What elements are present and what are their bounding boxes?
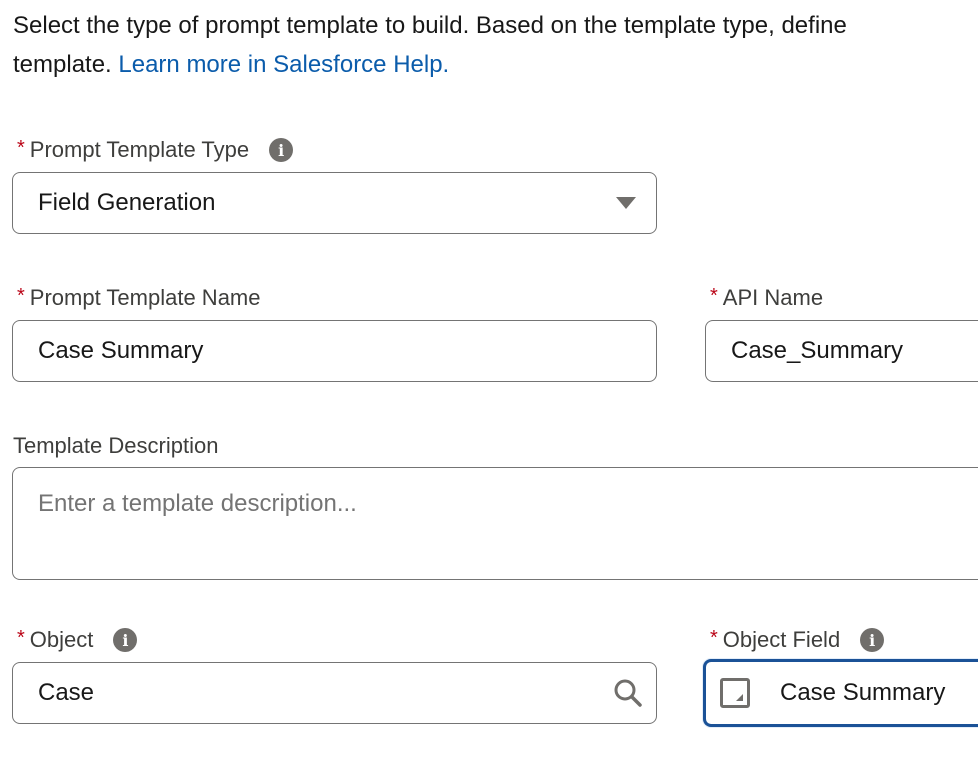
intro-line-1: Select the type of prompt template to bu…: [13, 12, 847, 39]
required-marker: *: [17, 136, 25, 159]
object-field-combobox[interactable]: Case Summary: [703, 659, 978, 727]
template-description-textarea[interactable]: Enter a template description...: [12, 467, 978, 580]
prompt-template-name-value: Case Summary: [38, 337, 204, 364]
object-field-label-text: Object Field: [722, 627, 841, 652]
info-icon[interactable]: i: [269, 138, 294, 162]
template-description-label-text: Template Description: [13, 433, 219, 458]
intro-line-2: template. Learn more in Salesforce Help.: [13, 45, 978, 84]
help-link[interactable]: Learn more in Salesforce Help.: [118, 51, 449, 78]
template-description-label: Template Description: [13, 430, 218, 462]
api-name-input[interactable]: Case_Summary: [705, 320, 978, 382]
prompt-template-name-label: * Prompt Template Name: [17, 282, 261, 314]
required-marker: *: [710, 284, 718, 307]
prompt-template-type-value: Field Generation: [38, 189, 216, 216]
prompt-template-name-label-text: Prompt Template Name: [29, 285, 261, 310]
object-field-label: * Object Field i: [710, 624, 885, 656]
object-label-text: Object: [29, 627, 94, 652]
required-marker: *: [17, 626, 25, 649]
intro-line-2-prefix: template.: [13, 51, 119, 78]
template-description-placeholder: Enter a template description...: [38, 490, 357, 517]
object-lookup-input[interactable]: Case: [12, 662, 657, 724]
object-label: * Object i: [17, 624, 138, 656]
required-marker: *: [710, 626, 718, 649]
prompt-template-form: Select the type of prompt template to bu…: [0, 0, 978, 758]
required-marker: *: [17, 284, 25, 307]
api-name-label-text: API Name: [722, 285, 824, 310]
api-name-label: * API Name: [710, 282, 823, 314]
prompt-template-type-select[interactable]: Field Generation: [12, 172, 657, 234]
intro-text: Select the type of prompt template to bu…: [13, 6, 978, 84]
search-icon[interactable]: [612, 677, 644, 709]
prompt-template-type-label: * Prompt Template Type i: [17, 134, 294, 166]
chevron-down-icon: [616, 197, 636, 209]
text-area-field-icon: [720, 678, 750, 708]
info-icon[interactable]: i: [860, 628, 885, 652]
prompt-template-type-label-text: Prompt Template Type: [29, 137, 250, 162]
info-icon[interactable]: i: [113, 628, 138, 652]
api-name-value: Case_Summary: [731, 337, 904, 364]
prompt-template-name-input[interactable]: Case Summary: [12, 320, 657, 382]
object-field-value: Case Summary: [780, 679, 946, 706]
object-value: Case: [38, 679, 95, 706]
